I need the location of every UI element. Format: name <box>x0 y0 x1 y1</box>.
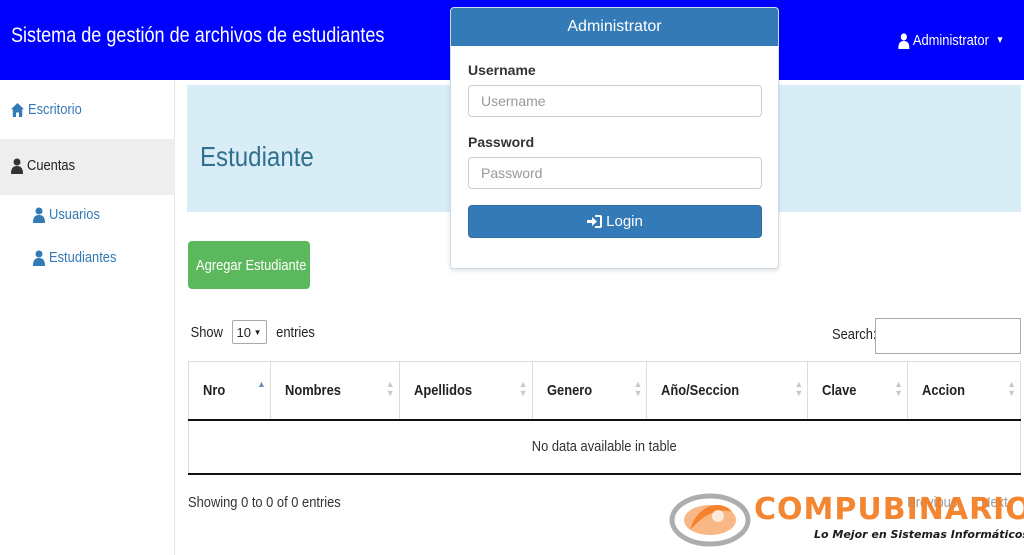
add-student-button[interactable]: Agregar Estudiante <box>188 241 310 289</box>
column-header-clave[interactable]: Clave ▲ ▼ <box>807 361 909 421</box>
sort-icon: ▲ ▼ <box>385 379 395 398</box>
table-row: No data available in table <box>188 419 1021 475</box>
sidebar-item-label: Estudiantes <box>49 249 117 266</box>
column-header-label: Clave <box>822 381 857 399</box>
table-info: Showing 0 to 0 of 0 entries <box>188 494 341 511</box>
log-in-icon <box>587 215 603 228</box>
column-header-nombres[interactable]: Nombres ▲ ▼ <box>269 361 400 421</box>
sidebar-item-cuentas[interactable]: Cuentas <box>11 157 83 174</box>
sidebar-item-estudiantes[interactable]: Estudiantes <box>33 249 127 266</box>
user-icon <box>897 32 910 49</box>
user-icon <box>33 250 45 266</box>
sidebar: Escritorio Cuentas Usuarios Estudiantes <box>0 80 175 555</box>
entries-suffix: entries <box>275 323 315 341</box>
page-title: Estudiante <box>200 141 314 172</box>
column-header-label: Nombres <box>284 381 341 399</box>
sidebar-item-label: Usuarios <box>49 206 100 223</box>
empty-table-text: No data available in table <box>532 438 677 455</box>
sort-icon: ▲ ▼ <box>1007 379 1016 398</box>
password-input[interactable] <box>468 157 762 189</box>
column-header-nro[interactable]: Nro ▲ <box>188 361 271 421</box>
column-header-label: Nro <box>203 381 226 399</box>
modal-title: Administrator <box>451 8 778 46</box>
column-header-accion[interactable]: Accion ▲ ▼ <box>907 361 1021 421</box>
sidebar-active-bg: Cuentas <box>0 139 175 195</box>
column-header-anio-seccion[interactable]: Año/Seccion ▲ ▼ <box>646 361 809 421</box>
entries-select-value: 10 <box>236 324 251 340</box>
empty-table-message: No data available in table <box>188 419 1021 475</box>
sort-icon: ▲ ▼ <box>633 379 643 398</box>
caret-down-icon: ▼ <box>253 327 262 337</box>
search-input[interactable] <box>875 318 1021 354</box>
compubinario-watermark: COMPUBINARIO Lo Mejor en Sistemas Inform… <box>668 490 1024 550</box>
sort-icon: ▲ ▼ <box>894 379 904 398</box>
sort-icon: ▲ ▼ <box>518 379 528 398</box>
user-menu-label: Administrator <box>912 32 989 49</box>
username-input[interactable] <box>468 85 762 117</box>
sidebar-item-escritorio[interactable]: Escritorio <box>11 101 91 118</box>
app-title[interactable]: Sistema de gestión de archivos de estudi… <box>11 24 384 48</box>
table-header-row: Nro ▲ Nombres ▲ ▼ Apellidos ▲ ▼ Genero ▲ ▼ Año/… <box>188 361 1021 421</box>
username-label: Username <box>468 62 536 78</box>
login-button[interactable]: Login <box>468 205 762 238</box>
user-icon <box>11 158 23 174</box>
sidebar-item-label: Escritorio <box>28 101 82 118</box>
caret-down-icon: ▼ <box>995 35 1004 46</box>
entries-length: Show 10 ▼ entries <box>188 320 318 344</box>
sidebar-item-usuarios[interactable]: Usuarios <box>33 206 108 223</box>
column-header-label: Año/Seccion <box>661 381 740 399</box>
column-header-genero[interactable]: Genero ▲ ▼ <box>531 361 648 421</box>
sidebar-item-label: Cuentas <box>27 157 76 174</box>
sort-asc-icon: ▲ <box>256 379 266 389</box>
sort-icon: ▲ ▼ <box>794 379 804 398</box>
password-label: Password <box>468 134 535 150</box>
add-student-label: Agregar Estudiante <box>195 256 307 274</box>
entries-select[interactable]: 10 ▼ <box>231 320 267 344</box>
home-icon <box>11 102 24 117</box>
column-header-apellidos[interactable]: Apellidos ▲ ▼ <box>398 361 533 421</box>
search-label: Search: <box>832 326 877 343</box>
entries-prefix: Show <box>190 323 223 341</box>
compubinario-logo <box>669 493 751 547</box>
user-icon <box>33 207 45 223</box>
login-modal: Administrator Username Password Login <box>450 7 779 269</box>
column-header-label: Genero <box>546 381 592 399</box>
user-menu[interactable]: Administrator ▼ <box>897 32 1004 49</box>
watermark-name: COMPUBINARIO <box>754 492 1024 527</box>
watermark-tagline: Lo Mejor en Sistemas Informáticos <box>814 528 1024 541</box>
column-header-label: Accion <box>922 381 966 399</box>
login-button-label: Login <box>606 213 643 230</box>
students-table: Nro ▲ Nombres ▲ ▼ Apellidos ▲ ▼ Genero ▲ ▼ Año/… <box>188 361 1021 475</box>
column-header-label: Apellidos <box>413 381 472 399</box>
